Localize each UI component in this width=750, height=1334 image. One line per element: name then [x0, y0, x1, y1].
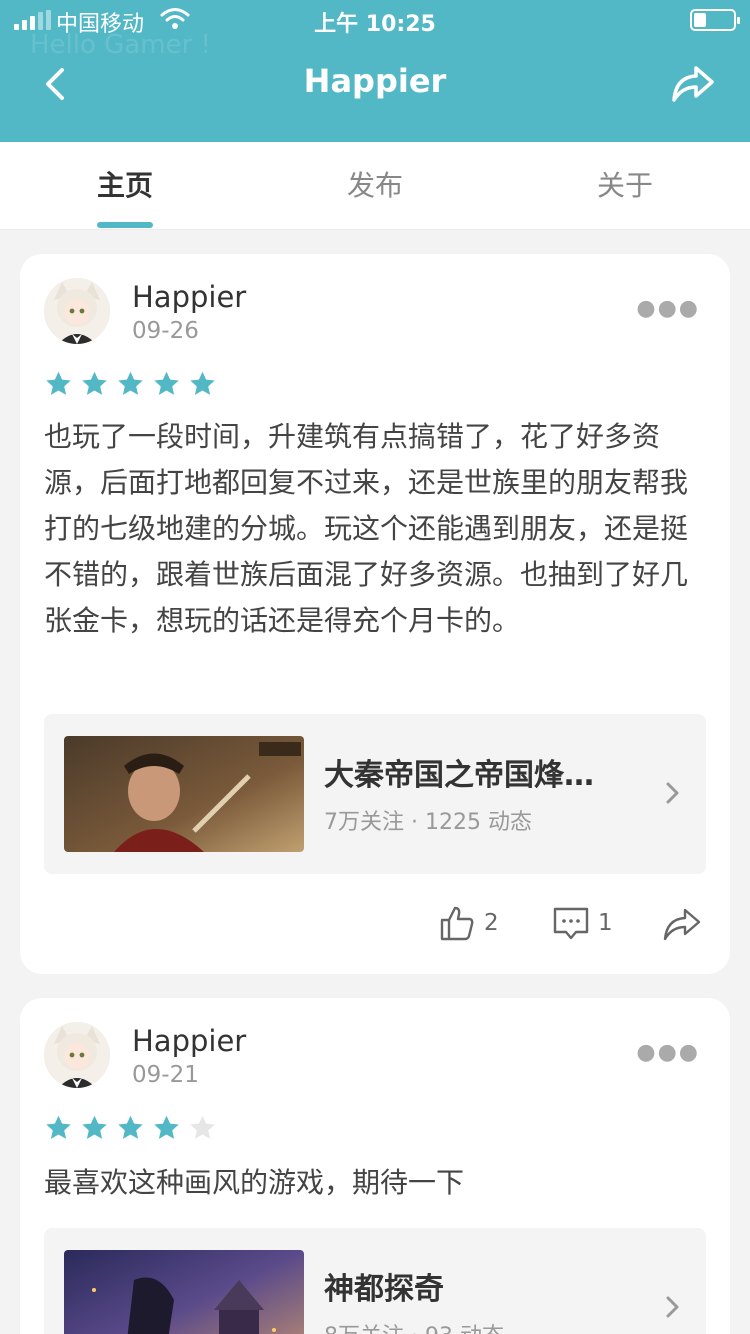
app-header: 中国移动 上午 10:25 Hello Gamer ! Happier: [0, 0, 750, 142]
post-content: 也玩了一段时间，升建筑有点搞错了，花了好多资源，后面打地都回复不过来，还是世族里…: [44, 420, 689, 637]
game-meta: 8万关注 · 93 动态: [324, 1318, 504, 1334]
game-link-card[interactable]: 神都探奇 8万关注 · 93 动态: [44, 1228, 706, 1334]
share-icon: [663, 908, 701, 941]
avatar[interactable]: [44, 278, 110, 344]
tab-home[interactable]: 主页: [0, 142, 250, 230]
tab-about[interactable]: 关于: [500, 142, 750, 230]
chevron-right-icon: [666, 782, 679, 804]
post-card: Happier 09-21 ●●● 最喜欢这种画风的游戏，期待一下 神都探奇 8…: [20, 998, 730, 1334]
tab-about-label: 关于: [596, 169, 653, 202]
header-ghost-text: Hello Gamer !: [30, 30, 211, 60]
tab-publish-label: 发布: [346, 169, 403, 202]
thumbs-up-icon: [440, 906, 474, 941]
game-cover-image: [64, 1250, 304, 1334]
page-title: Happier: [303, 62, 447, 100]
chevron-right-icon: [666, 1296, 679, 1318]
like-button[interactable]: 2: [438, 904, 499, 942]
game-cover-image: [64, 736, 304, 852]
tab-bar: 主页 发布 关于: [0, 142, 750, 230]
rating-stars: [44, 1114, 217, 1142]
star-icon: [46, 371, 71, 395]
star-icon: [190, 1115, 215, 1139]
comment-count: 1: [598, 910, 613, 936]
post-share-button[interactable]: [662, 906, 702, 942]
like-count: 2: [484, 910, 499, 936]
post-date: 09-21: [132, 1062, 199, 1088]
game-name: 神都探奇: [324, 1272, 444, 1307]
battery-icon: [690, 9, 740, 31]
more-icon[interactable]: ●●●: [636, 296, 700, 321]
comment-button[interactable]: 1: [552, 904, 613, 942]
tab-home-label: 主页: [96, 169, 153, 202]
rating-stars: [44, 370, 217, 398]
active-tab-indicator: [97, 222, 153, 228]
more-icon[interactable]: ●●●: [636, 1040, 700, 1065]
tab-publish[interactable]: 发布: [250, 142, 500, 230]
star-icon: [154, 1115, 179, 1139]
post-username[interactable]: Happier: [132, 1024, 246, 1058]
star-icon: [82, 371, 107, 395]
post-date: 09-26: [132, 318, 199, 344]
star-icon: [46, 1115, 71, 1139]
game-name: 大秦帝国之帝国烽…: [324, 758, 594, 793]
share-icon[interactable]: [670, 62, 716, 106]
star-icon: [154, 371, 179, 395]
post-username[interactable]: Happier: [132, 280, 246, 314]
star-icon: [118, 1115, 143, 1139]
post-content: 最喜欢这种画风的游戏，期待一下: [44, 1166, 465, 1199]
star-icon: [118, 371, 143, 395]
post-card: Happier 09-26 ●●● 也玩了一段时间，升建筑有点搞错了，花了好多资…: [20, 254, 730, 974]
comment-icon: [553, 907, 589, 940]
star-icon: [82, 1115, 107, 1139]
avatar[interactable]: [44, 1022, 110, 1088]
game-meta: 7万关注 · 1225 动态: [324, 810, 532, 835]
game-link-card[interactable]: 大秦帝国之帝国烽… 7万关注 · 1225 动态: [44, 714, 706, 874]
star-icon: [190, 371, 215, 395]
